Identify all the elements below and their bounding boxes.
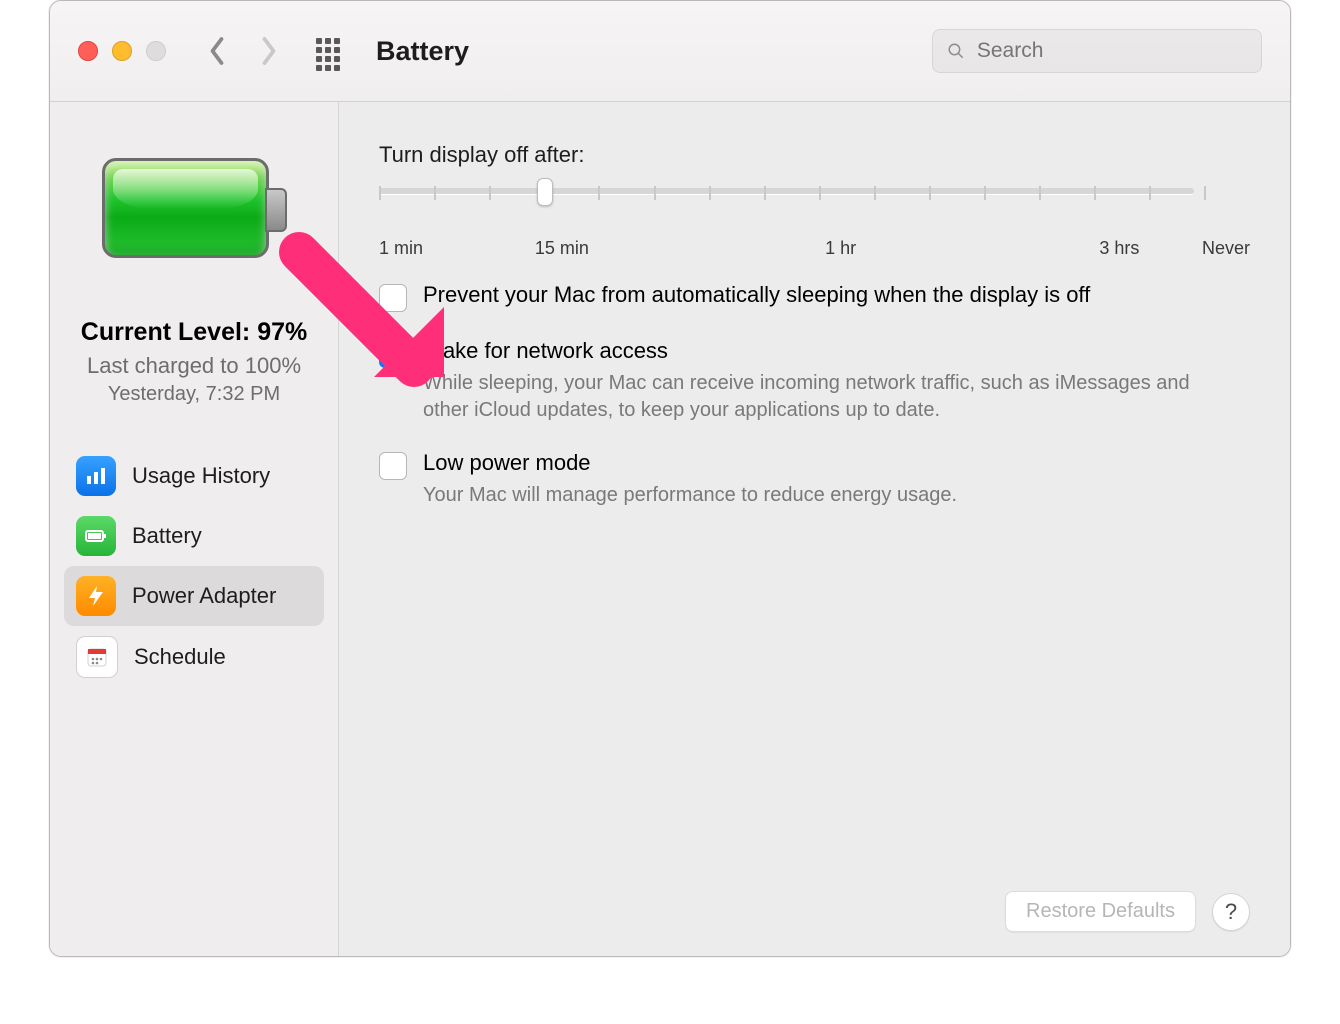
battery-icon [76,516,116,556]
option-desc: Your Mac will manage performance to redu… [423,482,957,509]
option-title: Wake for network access [423,338,1233,364]
sidebar-item-label: Battery [132,523,202,549]
sidebar-item-usage-history[interactable]: Usage History [64,446,324,506]
footer: Restore Defaults ? [379,871,1250,932]
schedule-icon [76,636,118,678]
restore-defaults-button[interactable]: Restore Defaults [1005,891,1196,932]
slider-label-never: Never [1202,238,1250,259]
show-all-prefs-button[interactable] [316,38,346,64]
slider-label-1min: 1 min [379,238,423,259]
battery-level-icon [102,158,287,258]
checkbox-prevent-sleep[interactable] [379,284,407,312]
window-title: Battery [376,36,469,67]
main-panel: Turn display off after: [339,102,1290,956]
current-level-label: Current Level: 97% [81,318,307,347]
forward-button[interactable] [258,40,280,62]
option-title: Low power mode [423,450,957,476]
sidebar-item-power-adapter[interactable]: Power Adapter [64,566,324,626]
sidebar-item-battery[interactable]: Battery [64,506,324,566]
nav-buttons [206,40,280,62]
slider-thumb[interactable] [537,178,553,206]
sidebar-item-schedule[interactable]: Schedule [64,626,324,688]
last-charged-label: Last charged to 100% [81,353,307,379]
titlebar: Battery [50,1,1290,102]
power-adapter-icon [76,576,116,616]
sidebar: Current Level: 97% Last charged to 100% … [50,102,339,956]
option-prevent-sleep: Prevent your Mac from automatically slee… [379,282,1250,312]
options-list: Prevent your Mac from automatically slee… [379,282,1250,509]
usage-history-icon [76,456,116,496]
battery-status: Current Level: 97% Last charged to 100% … [81,318,307,406]
option-low-power-mode: Low power mode Your Mac will manage perf… [379,450,1250,509]
sidebar-item-label: Power Adapter [132,583,276,609]
option-wake-for-network: Wake for network access While sleeping, … [379,338,1250,424]
sidebar-item-label: Usage History [132,463,270,489]
search-field[interactable] [932,29,1262,73]
last-charged-time: Yesterday, 7:32 PM [81,383,307,406]
checkbox-wake-for-network[interactable] [379,340,407,368]
sidebar-menu: Usage History Battery Power Adapter [64,446,324,688]
checkbox-low-power-mode[interactable] [379,452,407,480]
slider-label-15min: 15 min [535,238,589,259]
help-button[interactable]: ? [1212,893,1250,931]
zoom-window-button[interactable] [146,41,166,61]
battery-prefs-window: Battery Current Level: 97% Last charged … [49,0,1291,957]
slider-label-1hr: 1 hr [825,238,856,259]
back-button[interactable] [206,40,228,62]
search-input[interactable] [975,38,1247,64]
window-controls [78,41,166,61]
option-title: Prevent your Mac from automatically slee… [423,282,1090,308]
sidebar-item-label: Schedule [134,644,226,670]
slider-title: Turn display off after: [379,142,1250,168]
option-desc: While sleeping, your Mac can receive inc… [423,370,1233,424]
minimize-window-button[interactable] [112,41,132,61]
display-off-slider[interactable] [379,178,1250,238]
close-window-button[interactable] [78,41,98,61]
search-icon [947,41,965,61]
slider-label-3hrs: 3 hrs [1099,238,1139,259]
